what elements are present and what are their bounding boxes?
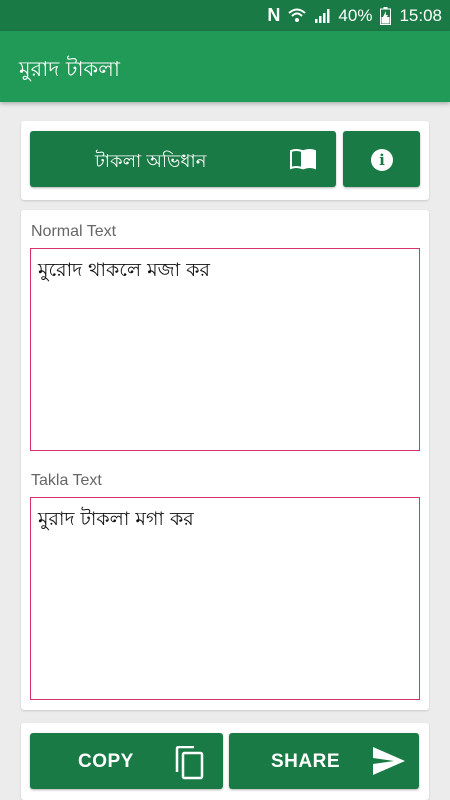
converter-card: Normal Text মুরোদ থাকলে মজা কর Takla Tex… bbox=[21, 210, 429, 710]
battery-icon bbox=[380, 6, 392, 25]
app-bar: মুরাদ টাকলা bbox=[0, 31, 450, 102]
book-icon bbox=[289, 148, 317, 173]
share-button-label: SHARE bbox=[271, 751, 341, 772]
top-action-card: টাকলা অভিধান i bbox=[21, 121, 429, 200]
copy-icon bbox=[174, 745, 204, 783]
info-button[interactable]: i bbox=[343, 131, 420, 187]
copy-button-label: COPY bbox=[78, 751, 134, 772]
signal-icon bbox=[314, 8, 330, 24]
dictionary-button-label: টাকলা অভিধান bbox=[95, 151, 207, 171]
normal-text-label: Normal Text bbox=[31, 223, 117, 240]
wifi-icon bbox=[288, 8, 307, 24]
notification-icon: N bbox=[267, 5, 281, 25]
bottom-action-card: COPY SHARE bbox=[21, 723, 429, 800]
info-icon: i bbox=[371, 149, 393, 171]
send-icon bbox=[372, 746, 406, 779]
clock: 15:08 bbox=[399, 5, 442, 25]
normal-text-input[interactable]: মুরোদ থাকলে মজা কর bbox=[30, 248, 420, 451]
status-icons: N 40% 15:08 bbox=[267, 5, 442, 26]
app-title: মুরাদ টাকলা bbox=[19, 57, 120, 81]
battery-percent: 40% bbox=[338, 5, 373, 25]
takla-text-label: Takla Text bbox=[31, 472, 102, 489]
status-bar: N 40% 15:08 bbox=[0, 0, 450, 31]
dictionary-button[interactable]: টাকলা অভিধান bbox=[30, 131, 336, 187]
share-button[interactable]: SHARE bbox=[229, 733, 419, 789]
takla-text-output[interactable]: মুরাদ টাকলা মগা কর bbox=[30, 497, 420, 700]
copy-button[interactable]: COPY bbox=[30, 733, 223, 789]
